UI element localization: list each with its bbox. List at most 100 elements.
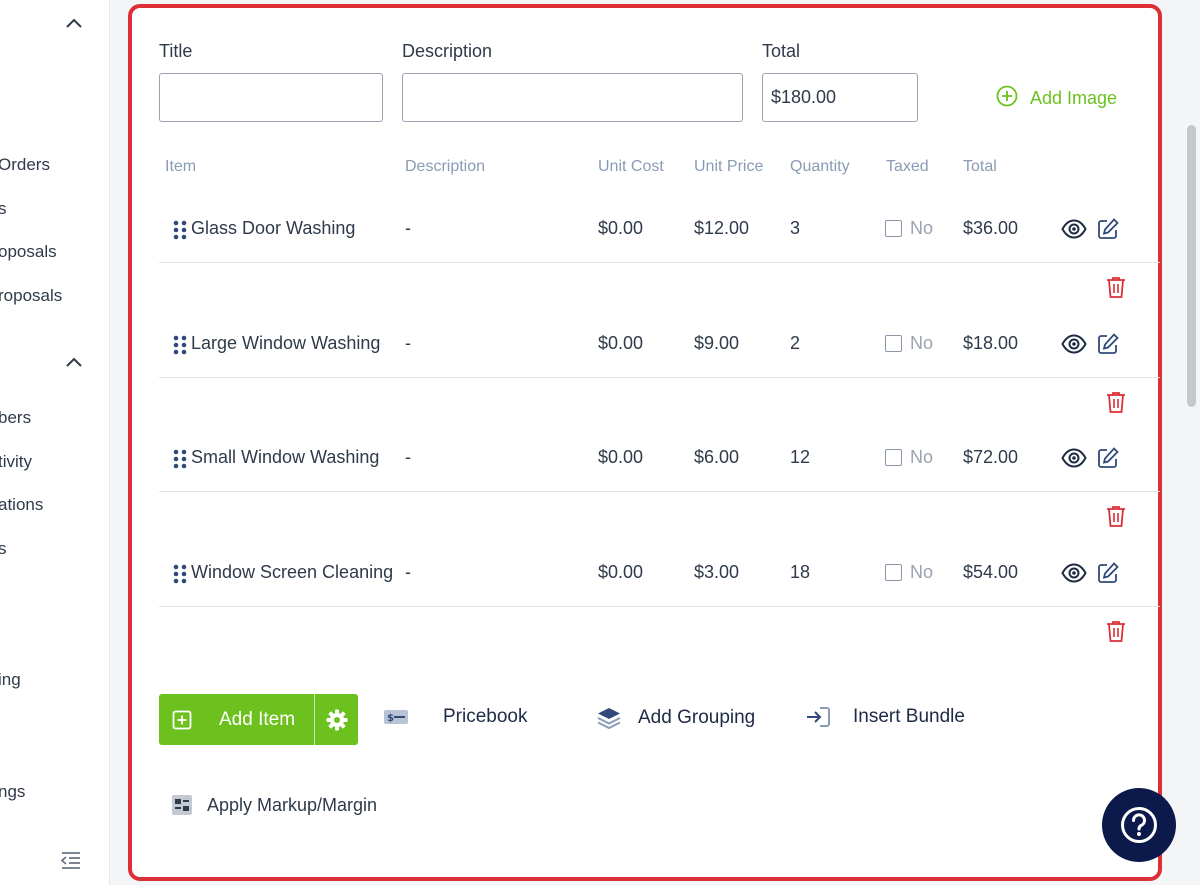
taxed-toggle[interactable]: No	[885, 562, 933, 583]
eye-icon[interactable]	[1061, 560, 1087, 586]
trash-icon[interactable]	[1103, 389, 1129, 415]
row-divider	[159, 491, 1160, 492]
item-quantity: 12	[790, 447, 811, 467]
markup-icon	[171, 794, 193, 816]
add-item-button[interactable]: Add Item	[159, 694, 314, 745]
add-item-label: Add Item	[219, 708, 296, 730]
table-row: Glass Door Washing - $0.00 $12.00 3 No $…	[159, 194, 1160, 309]
item-quantity: 3	[790, 218, 801, 238]
add-grouping-button[interactable]: Add Grouping	[596, 706, 755, 730]
table-row: Window Screen Cleaning - $0.00 $3.00 18 …	[159, 538, 1160, 653]
col-header-total: Total	[963, 158, 997, 175]
taxed-checkbox[interactable]	[885, 564, 902, 581]
item-description: -	[405, 447, 411, 467]
help-button[interactable]	[1102, 788, 1176, 862]
eye-icon[interactable]	[1061, 445, 1087, 471]
total-input[interactable]: $180.00	[762, 73, 918, 122]
add-image-label: Add Image	[1030, 88, 1118, 108]
taxed-label: No	[910, 562, 934, 582]
drag-handle-icon[interactable]	[173, 563, 187, 585]
item-unit-cost: $0.00	[598, 562, 644, 582]
sidebar-item[interactable]: s	[0, 199, 7, 219]
item-name: Small Window Washing	[191, 447, 380, 467]
col-header-unit-cost: Unit Cost	[598, 158, 664, 175]
total-label: Total	[762, 41, 801, 61]
trash-icon[interactable]	[1103, 274, 1129, 300]
item-total: $72.00	[963, 447, 1019, 467]
edit-icon[interactable]	[1095, 445, 1121, 471]
insert-icon	[805, 706, 831, 728]
title-label: Title	[159, 41, 193, 61]
table-row: Large Window Washing - $0.00 $9.00 2 No …	[159, 309, 1160, 424]
add-item-button-group: Add Item	[159, 694, 358, 745]
col-header-unit-price: Unit Price	[694, 158, 764, 175]
pricebook-label: Pricebook	[443, 706, 528, 727]
item-name: Large Window Washing	[191, 333, 381, 353]
sidebar-item-proposals-2[interactable]: roposals	[0, 286, 62, 306]
trash-icon[interactable]	[1103, 618, 1129, 644]
item-total: $36.00	[963, 218, 1019, 238]
eye-icon[interactable]	[1061, 331, 1087, 357]
drag-handle-icon[interactable]	[173, 448, 187, 470]
chevron-up-icon[interactable]	[64, 352, 84, 372]
sidebar-item-orders[interactable]: Orders	[0, 155, 50, 175]
pricebook-button[interactable]: $ Pricebook	[383, 706, 528, 728]
layers-icon	[596, 706, 622, 730]
scrollbar-thumb[interactable]	[1187, 125, 1196, 407]
taxed-checkbox[interactable]	[885, 449, 902, 466]
taxed-toggle[interactable]: No	[885, 218, 933, 239]
col-header-description: Description	[405, 158, 486, 175]
apply-markup-button[interactable]: Apply Markup/Margin	[171, 794, 377, 816]
gear-icon[interactable]	[315, 694, 358, 745]
taxed-toggle[interactable]: No	[885, 447, 933, 468]
item-unit-price: $12.00	[694, 218, 750, 238]
chevron-up-icon[interactable]	[64, 13, 84, 33]
item-description: -	[405, 218, 411, 238]
taxed-checkbox[interactable]	[885, 220, 902, 237]
apply-markup-label: Apply Markup/Margin	[207, 794, 378, 815]
item-name: Window Screen Cleaning	[191, 562, 394, 582]
sidebar-item-integrations[interactable]: ations	[0, 495, 43, 515]
svg-text:$: $	[387, 713, 394, 724]
item-description: -	[405, 333, 411, 353]
row-divider	[159, 606, 1160, 607]
title-input[interactable]	[159, 73, 383, 122]
sidebar-item[interactable]: s	[0, 539, 7, 559]
sidebar-item-members[interactable]: bers	[0, 408, 31, 428]
description-input[interactable]	[402, 73, 743, 122]
item-quantity: 2	[790, 333, 801, 353]
edit-icon[interactable]	[1095, 560, 1121, 586]
drag-handle-icon[interactable]	[173, 219, 187, 241]
taxed-toggle[interactable]: No	[885, 333, 933, 354]
sidebar-item-billing[interactable]: ing	[0, 670, 21, 690]
line-items-card: Title Description Total $180.00 Add Imag…	[128, 4, 1162, 881]
item-unit-cost: $0.00	[598, 333, 644, 353]
item-name: Glass Door Washing	[191, 218, 356, 238]
edit-icon[interactable]	[1095, 331, 1121, 357]
item-total: $54.00	[963, 562, 1019, 582]
row-divider	[159, 377, 1160, 378]
sidebar-item-proposals[interactable]: oposals	[0, 242, 57, 262]
description-label: Description	[402, 41, 493, 61]
trash-icon[interactable]	[1103, 503, 1129, 529]
taxed-label: No	[910, 333, 934, 353]
item-unit-cost: $0.00	[598, 447, 644, 467]
sidebar: Orders s oposals roposals bers tivity at…	[0, 0, 110, 885]
col-header-quantity: Quantity	[790, 158, 850, 175]
app-root: Orders s oposals roposals bers tivity at…	[0, 0, 1200, 885]
insert-bundle-button[interactable]: Insert Bundle	[805, 706, 965, 728]
add-image-button[interactable]: Add Image	[996, 85, 1117, 112]
col-header-taxed: Taxed	[886, 158, 929, 175]
plus-circle-icon	[996, 85, 1018, 112]
collapse-sidebar-icon[interactable]	[60, 850, 82, 872]
row-divider	[159, 262, 1160, 263]
item-unit-cost: $0.00	[598, 218, 644, 238]
taxed-label: No	[910, 447, 934, 467]
item-total: $18.00	[963, 333, 1019, 353]
drag-handle-icon[interactable]	[173, 334, 187, 356]
sidebar-item-activity[interactable]: tivity	[0, 452, 32, 472]
sidebar-item-settings[interactable]: ngs	[0, 782, 25, 802]
edit-icon[interactable]	[1095, 216, 1121, 242]
eye-icon[interactable]	[1061, 216, 1087, 242]
taxed-checkbox[interactable]	[885, 335, 902, 352]
